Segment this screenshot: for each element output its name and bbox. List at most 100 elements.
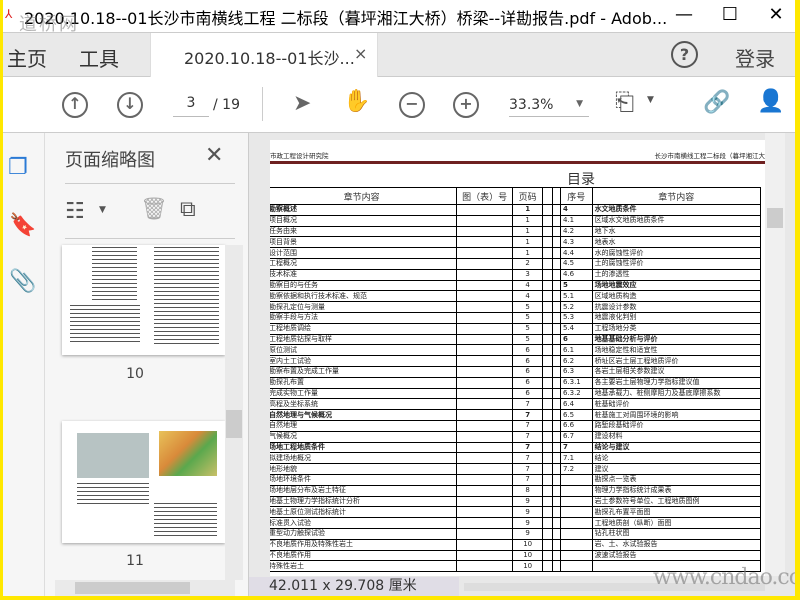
- toc-cell: [542, 473, 554, 486]
- toc-cell: 地基土原位测试指标统计: [270, 506, 458, 519]
- toc-cell: 6.1: [559, 344, 593, 357]
- toc-cell: [552, 560, 561, 573]
- thumbnail-text-line: [154, 339, 219, 340]
- toc-cell: 地基土物理力学指标统计分析: [270, 495, 458, 508]
- toc-cell: 7: [512, 473, 544, 486]
- zoom-out-icon[interactable]: −: [399, 92, 425, 118]
- toc-cell: [456, 344, 514, 357]
- toc-cell: 水文地质条件: [591, 204, 762, 216]
- toc-cell: 5.1: [559, 290, 593, 303]
- scrollbar-thumb[interactable]: [226, 410, 242, 438]
- toc-cell: [456, 311, 514, 324]
- toc-cell: [542, 247, 554, 259]
- toc-cell: 建设材料: [591, 430, 762, 443]
- toc-cell: [456, 549, 514, 562]
- zoom-in-icon[interactable]: +: [453, 92, 479, 118]
- toc-cell: [552, 452, 561, 465]
- toc-row: 工程地质调绘 5 5.4 工程场地分类: [270, 322, 762, 335]
- close-window-button[interactable]: ✕: [753, 0, 795, 32]
- thumbnails-scrollbar[interactable]: [225, 245, 243, 580]
- toc-cell: [552, 538, 561, 551]
- link-cloud-icon[interactable]: 🔗: [703, 90, 730, 115]
- thumbnails-panel: 页面缩略图 ✕ ☷ ▼ 🗑 ⧉ 10 11: [45, 133, 249, 596]
- toc-row: 拟建场地概况 7 7.1 结论: [270, 452, 762, 465]
- select-cursor-icon[interactable]: ➤: [293, 91, 311, 116]
- previous-page-icon[interactable]: ↑: [62, 92, 88, 118]
- thumbnail-text-line: [70, 333, 140, 334]
- help-button[interactable]: ?: [671, 41, 698, 68]
- zoom-value: 33.3%: [509, 97, 554, 113]
- toc-cell: 1: [512, 204, 544, 216]
- hand-tool-icon[interactable]: ✋: [343, 89, 370, 114]
- scrollbar-thumb[interactable]: [767, 208, 783, 228]
- menu-home[interactable]: 主页: [7, 43, 47, 72]
- thumbnail-text-line: [77, 491, 149, 492]
- panel-close-button[interactable]: ✕: [205, 143, 223, 168]
- toc-cell: [552, 387, 561, 400]
- toc-cell: [552, 506, 561, 519]
- toc-cell: 6: [559, 333, 593, 346]
- add-user-icon[interactable]: 👤: [757, 89, 784, 114]
- menu-tools[interactable]: 工具: [79, 43, 119, 72]
- page-fit-icon[interactable]: ⎗: [615, 88, 634, 116]
- toc-cell: 5: [512, 322, 544, 335]
- document-scrollbar[interactable]: [765, 133, 785, 576]
- minimize-button[interactable]: —: [661, 0, 707, 32]
- toc-cell: [552, 419, 561, 432]
- toc-cell: 波速试验报告: [591, 549, 762, 562]
- toc-cell: [456, 452, 514, 465]
- toc-cell: 6.4: [559, 398, 593, 411]
- maximize-button[interactable]: ☐: [707, 0, 753, 32]
- toc-row: 场地环境条件 7 勘探点一览表: [270, 473, 762, 486]
- thumbnail-options-icon[interactable]: ☷: [65, 199, 85, 224]
- watermark-site: www.cndao.com: [653, 565, 795, 590]
- toc-cell: 7: [512, 419, 544, 432]
- scrollbar-thumb[interactable]: [75, 582, 190, 594]
- chevron-down-icon[interactable]: ▼: [647, 95, 654, 105]
- toc-cell: [559, 517, 593, 529]
- toc-cell: 路堑段基础评价: [591, 419, 762, 432]
- toc-cell: 6.2: [559, 355, 593, 367]
- toc-cell: [552, 484, 561, 497]
- zoom-select[interactable]: 33.3% ▼: [509, 97, 589, 117]
- toc-cell: 各主要岩土层物理力学指标建议值: [591, 376, 762, 389]
- thumbnail-text-line: [154, 259, 219, 260]
- toc-cell: 桩基施工对周围环境的影响: [591, 409, 762, 421]
- toc-cell: [456, 355, 514, 367]
- toc-cell: [542, 290, 554, 303]
- extract-pages-icon[interactable]: ⧉: [180, 197, 196, 222]
- toc-cell: 岩、土、水试验报告: [591, 538, 762, 551]
- thumbnail-text-line: [70, 309, 140, 310]
- toc-cell: [456, 387, 514, 400]
- toc-cell: 6.6: [559, 419, 593, 432]
- toc-cell: [552, 301, 561, 313]
- toc-cell: 1: [512, 225, 544, 238]
- thumbnail-text-line: [92, 267, 137, 268]
- page-thumbnail-10[interactable]: [62, 245, 225, 355]
- toc-cell: 5: [559, 279, 593, 292]
- toc-cell: 结论: [591, 452, 762, 465]
- attachment-icon[interactable]: 📎: [9, 269, 36, 294]
- page-thumbnails-icon[interactable]: ❐: [8, 155, 28, 180]
- toc-cell: 9: [512, 517, 544, 529]
- thumbnails-hscrollbar[interactable]: [55, 580, 235, 596]
- chevron-down-icon[interactable]: ▼: [99, 205, 106, 215]
- thumbnail-text-line: [154, 283, 219, 284]
- login-button[interactable]: 登录: [735, 43, 775, 72]
- toc-cell: [542, 430, 554, 443]
- document-tab[interactable]: 2020.10.18--01长沙... ×: [150, 33, 378, 77]
- delete-icon[interactable]: 🗑: [140, 197, 168, 222]
- tab-close-button[interactable]: ×: [354, 44, 367, 63]
- thumbnail-text-line: [154, 343, 219, 344]
- bookmark-icon[interactable]: 🔖: [9, 213, 36, 238]
- toc-cell: [542, 409, 554, 421]
- next-page-icon[interactable]: ↓: [117, 92, 143, 118]
- toc-cell: 室内土工试验: [270, 355, 458, 367]
- page-number-input[interactable]: 3: [173, 95, 209, 117]
- toc-cell: [542, 204, 554, 216]
- toc-cell: [542, 398, 554, 411]
- toc-row: 工程概况 2 4.5 土的腐蚀性评价: [270, 257, 762, 270]
- page-thumbnail-11[interactable]: [62, 421, 225, 543]
- toc-cell: [552, 376, 561, 389]
- thumbnail-text-line: [154, 315, 219, 316]
